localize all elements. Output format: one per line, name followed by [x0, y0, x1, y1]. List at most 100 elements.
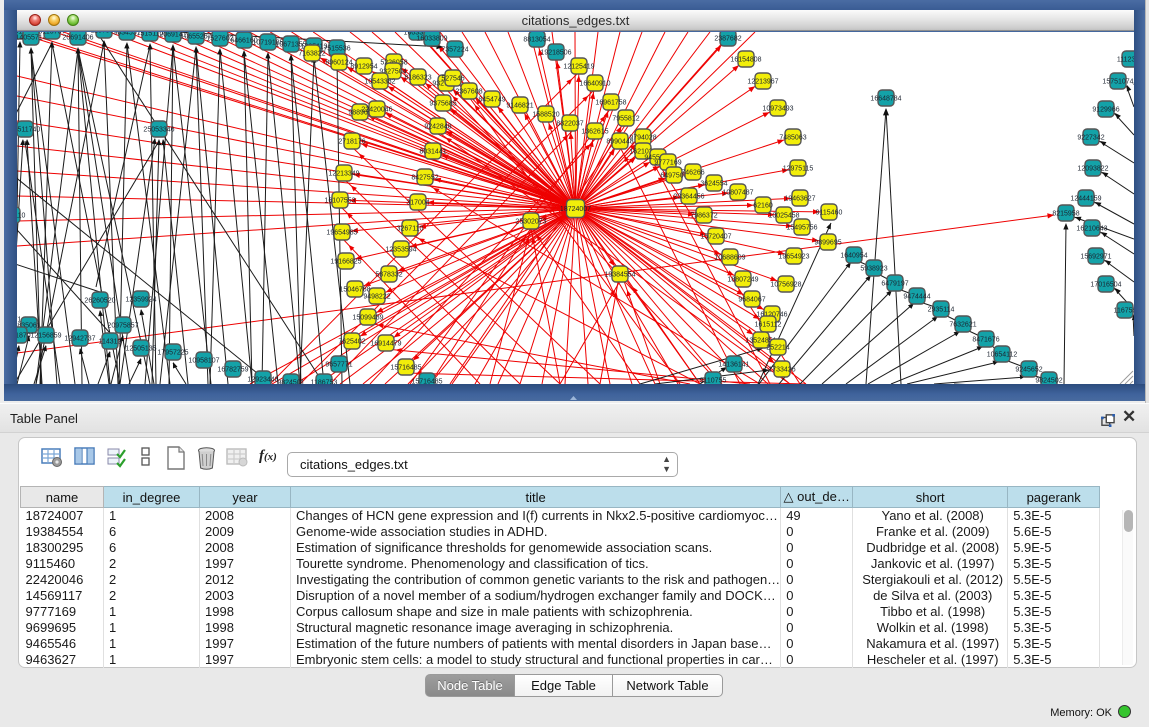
svg-text:9899695: 9899695 [814, 240, 841, 247]
svg-text:317004: 317004 [406, 200, 429, 207]
svg-text:15751074: 15751074 [1102, 79, 1133, 86]
svg-text:114319: 114319 [99, 339, 122, 346]
svg-text:1588520: 1588520 [532, 112, 559, 119]
svg-text:9824501: 9824501 [277, 380, 304, 385]
svg-text:5938923: 5938923 [860, 266, 887, 273]
svg-text:9242848: 9242848 [424, 124, 451, 131]
svg-text:7485063: 7485063 [779, 135, 806, 142]
svg-text:9146821: 9146821 [506, 103, 533, 110]
svg-text:1640954: 1640954 [840, 253, 867, 260]
svg-text:16914479: 16914479 [370, 341, 401, 348]
svg-text:22420046: 22420046 [361, 107, 392, 114]
svg-text:1615112: 1615112 [755, 322, 782, 329]
svg-text:26260520: 26260520 [84, 298, 115, 305]
svg-text:19654923: 19654923 [778, 254, 809, 261]
svg-text:9777169: 9777169 [654, 160, 681, 167]
svg-text:116753: 116753 [1114, 308, 1134, 315]
svg-text:9110755: 9110755 [700, 378, 727, 385]
svg-text:19654985: 19654985 [326, 230, 357, 237]
svg-text:8912954: 8912954 [350, 64, 377, 71]
svg-text:17957225: 17957225 [157, 350, 188, 357]
svg-text:10756928: 10756928 [770, 282, 801, 289]
svg-text:7986372: 7986372 [690, 213, 717, 220]
svg-text:1733426: 1733426 [768, 367, 795, 374]
svg-text:12923448: 12923448 [247, 377, 278, 384]
svg-text:12093822: 12093822 [1077, 166, 1108, 173]
svg-text:17016504: 17016504 [1090, 282, 1121, 289]
svg-text:10654112: 10654112 [987, 352, 1018, 359]
svg-text:16511740: 16511740 [17, 127, 40, 134]
svg-text:9824502: 9824502 [1035, 378, 1062, 385]
svg-text:8186323: 8186323 [404, 75, 431, 82]
svg-text:9129966: 9129966 [1092, 107, 1119, 114]
svg-text:3267110: 3267110 [397, 226, 424, 233]
svg-text:8427552: 8427552 [411, 175, 438, 182]
svg-text:62160: 62160 [753, 203, 773, 210]
svg-text:7163822: 7163822 [298, 51, 325, 58]
svg-text:7515536: 7515536 [323, 46, 350, 53]
svg-text:991870: 991870 [17, 333, 31, 340]
svg-text:14055714: 14055714 [17, 35, 47, 42]
svg-text:15099489: 15099489 [352, 315, 383, 322]
svg-text:10973493: 10973493 [762, 106, 793, 113]
svg-text:9474444: 9474444 [903, 294, 930, 301]
svg-text:16107553: 16107553 [324, 198, 355, 205]
svg-text:8471676: 8471676 [972, 337, 999, 344]
svg-text:18807249: 18807249 [727, 277, 758, 284]
svg-text:7625402: 7625402 [338, 339, 365, 346]
svg-text:12213967: 12213967 [747, 79, 778, 86]
svg-text:12156859: 12156859 [30, 333, 61, 340]
svg-text:9684067: 9684067 [738, 297, 765, 304]
svg-text:12213349: 12213349 [328, 171, 359, 178]
svg-text:1112325: 1112325 [1117, 57, 1134, 64]
svg-text:7955812: 7955812 [612, 116, 639, 123]
svg-text:16782759: 16782759 [217, 367, 248, 374]
svg-text:19218506: 19218506 [540, 50, 571, 57]
svg-text:6479197: 6479197 [881, 281, 908, 288]
svg-text:8322037: 8322037 [556, 121, 583, 128]
svg-text:15716485: 15716485 [411, 379, 442, 385]
svg-text:1875110: 1875110 [17, 213, 25, 220]
svg-text:9794028: 9794028 [629, 135, 656, 142]
svg-text:16154808: 16154808 [730, 57, 761, 64]
svg-text:2718176: 2718176 [338, 139, 365, 146]
svg-text:9498222: 9498222 [363, 294, 390, 301]
svg-text:15495756: 15495756 [786, 225, 817, 232]
svg-text:20364456: 20364456 [673, 194, 704, 201]
svg-text:16210643: 16210643 [1076, 226, 1107, 233]
svg-text:5878332: 5878332 [375, 272, 402, 279]
svg-text:10807487: 10807487 [722, 190, 753, 197]
svg-text:12505135: 12505135 [125, 346, 156, 353]
svg-text:10958107: 10958107 [188, 358, 219, 365]
svg-text:15046768: 15046768 [339, 287, 370, 294]
svg-text:16640910: 16640910 [579, 81, 610, 88]
svg-text:527546: 527546 [441, 76, 464, 83]
svg-text:9245652: 9245652 [1015, 367, 1042, 374]
svg-text:10543382: 10543382 [364, 79, 395, 86]
svg-text:12975115: 12975115 [783, 166, 814, 173]
svg-text:12444159: 12444159 [1070, 196, 1101, 203]
svg-text:18724007: 18724007 [560, 206, 591, 213]
svg-text:8454749: 8454749 [478, 97, 505, 104]
svg-text:8031441: 8031441 [419, 149, 446, 156]
svg-text:8960124: 8960124 [325, 60, 352, 67]
svg-text:16648784: 16648784 [870, 96, 901, 103]
svg-text:8215958: 8215958 [1052, 211, 1079, 218]
svg-text:12942737: 12942737 [64, 336, 95, 343]
svg-text:2367608: 2367608 [455, 89, 482, 96]
svg-text:252214: 252214 [766, 345, 789, 352]
svg-text:16033809: 16033809 [416, 36, 447, 43]
svg-text:25302073: 25302073 [515, 219, 546, 226]
svg-text:7357224: 7357224 [441, 47, 468, 54]
svg-text:15716485: 15716485 [390, 365, 421, 372]
svg-text:9227342: 9227342 [1077, 135, 1104, 142]
svg-text:1186753: 1186753 [311, 380, 338, 385]
svg-text:9115460: 9115460 [816, 210, 843, 217]
svg-text:2387682: 2387682 [714, 36, 741, 43]
svg-text:20975857: 20975857 [107, 323, 138, 330]
svg-text:9375685: 9375685 [429, 101, 456, 108]
svg-text:14136141: 14136141 [718, 362, 749, 369]
svg-text:8813054: 8813054 [523, 37, 550, 44]
svg-text:10688609: 10688609 [714, 255, 745, 262]
svg-text:9657771: 9657771 [325, 362, 352, 369]
